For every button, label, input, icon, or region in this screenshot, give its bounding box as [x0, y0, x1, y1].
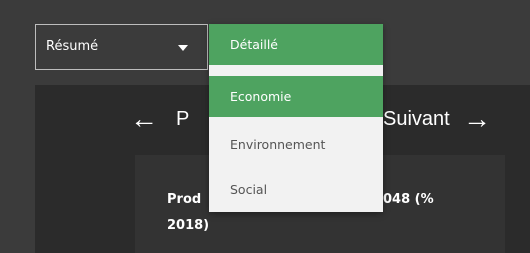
caret-down-icon: [178, 45, 188, 51]
arrow-left-icon[interactable]: ←: [130, 102, 158, 136]
card-title-start: Prod: [167, 192, 202, 207]
dropdown-item-detaille[interactable]: Détaillé: [209, 24, 383, 65]
dropdown-item-social[interactable]: Social: [209, 169, 383, 210]
view-mode-value: Résumé: [46, 39, 99, 54]
card-title-line2: 2018): [167, 218, 210, 233]
view-mode-dropdown: Détaillé Economie Environnement Social: [209, 24, 383, 212]
dropdown-item-economie[interactable]: Economie: [209, 76, 383, 117]
card-title-end: 048 (%: [383, 192, 434, 207]
dropdown-item-environnement[interactable]: Environnement: [209, 124, 383, 165]
next-button[interactable]: Suivant: [383, 108, 450, 131]
previous-button[interactable]: P: [176, 108, 189, 131]
view-mode-select[interactable]: Résumé: [35, 24, 208, 70]
arrow-right-icon[interactable]: →: [463, 102, 491, 136]
